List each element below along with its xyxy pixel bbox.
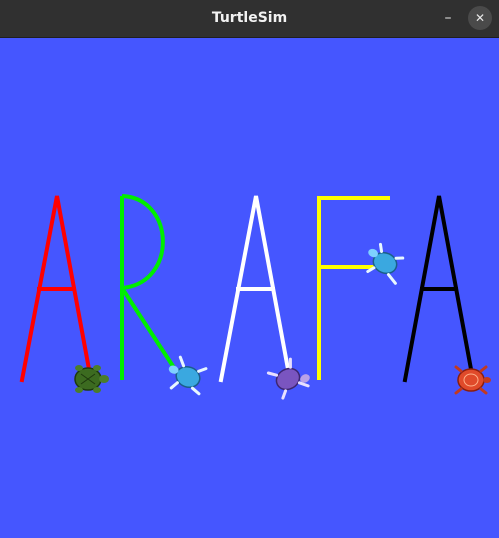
turtle-green-icon [74, 365, 109, 393]
letter-a-red [19, 195, 94, 383]
minimize-icon: – [444, 10, 452, 26]
title-bar[interactable]: TurtleSim – ✕ [0, 0, 499, 38]
letter-a-black-strokes [402, 195, 476, 383]
turtle-canvas [0, 38, 499, 538]
letter-a-white-strokes [218, 195, 293, 383]
close-button[interactable]: ✕ [468, 6, 492, 30]
turtle-3 [266, 357, 310, 400]
letter-a-white [218, 195, 293, 383]
turtle-red-icon [454, 365, 491, 395]
window-title: TurtleSim [211, 10, 288, 26]
turtle-blue-icon [366, 242, 405, 285]
letter-f-yellow-strokes [317, 196, 390, 380]
turtle-purple-icon [266, 357, 310, 400]
letter-a-red-strokes [19, 195, 94, 383]
minimize-button[interactable]: – [436, 6, 460, 30]
close-icon: ✕ [474, 11, 486, 25]
letter-r-green-strokes [120, 194, 184, 382]
drawing-surface [19, 194, 491, 400]
letter-f-yellow [317, 196, 390, 380]
turtle-1 [74, 365, 109, 393]
turtlesim-window: TurtleSim – ✕ [0, 0, 499, 538]
turtle-4 [366, 242, 405, 285]
turtle-5 [454, 365, 491, 395]
letter-r-green [120, 194, 184, 382]
letter-a-black [402, 195, 476, 383]
